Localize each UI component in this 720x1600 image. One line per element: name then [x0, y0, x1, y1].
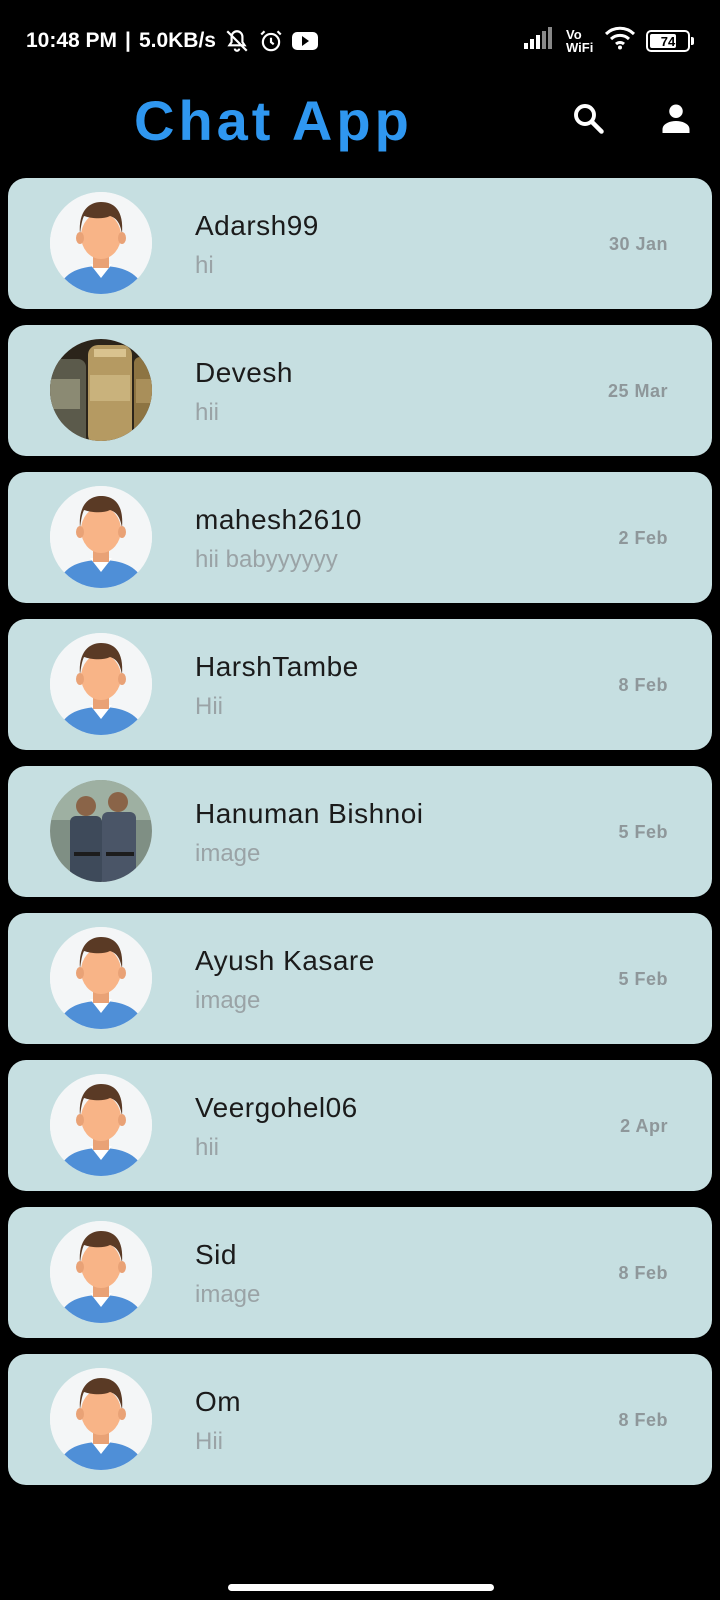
status-bar: 10:48 PM | 5.0KB/s Vo WiFi 74	[0, 0, 720, 84]
message-date: 8 Feb	[618, 1263, 668, 1283]
status-time: 10:48 PM	[26, 29, 118, 52]
chat-item[interactable]: Hanuman Bishnoi image 5 Feb	[8, 766, 712, 897]
search-icon	[570, 100, 606, 141]
signal-icon	[524, 27, 556, 55]
chat-item[interactable]: Adarsh99 hi 30 Jan	[8, 178, 712, 309]
avatar[interactable]	[50, 486, 152, 588]
person-icon	[658, 100, 694, 141]
contact-name: Hanuman Bishnoi	[195, 798, 424, 829]
avatar[interactable]	[50, 192, 152, 294]
search-button[interactable]	[566, 98, 610, 142]
message-date: 25 Mar	[607, 381, 668, 401]
home-indicator[interactable]	[228, 1584, 494, 1591]
last-message: hi	[195, 252, 214, 279]
status-network-speed: 5.0KB/s	[138, 29, 216, 52]
app-title: Chat App	[134, 89, 413, 152]
status-right: Vo WiFi 74	[524, 26, 694, 56]
youtube-icon	[291, 31, 318, 51]
last-message: image	[195, 987, 261, 1014]
message-date: 8 Feb	[618, 675, 668, 695]
last-message: hii	[195, 1134, 220, 1161]
chat-item[interactable]: Sid image 8 Feb	[8, 1207, 712, 1338]
app-bar: Chat App	[0, 84, 720, 172]
status-separator: |	[125, 29, 131, 52]
profile-button[interactable]	[654, 98, 698, 142]
status-left: 10:48 PM | 5.0KB/s	[26, 28, 318, 54]
battery-indicator: 74	[646, 30, 694, 52]
avatar[interactable]	[50, 1074, 152, 1176]
contact-name: Om	[195, 1386, 242, 1417]
last-message: Hii	[195, 693, 223, 720]
contact-name: mahesh2610	[195, 504, 362, 535]
avatar[interactable]	[50, 1368, 152, 1470]
last-message: image	[195, 840, 261, 867]
chat-list: Adarsh99 hi 30 Jan Devesh hii 25 Mar mahesh261…	[8, 178, 712, 1501]
avatar[interactable]	[50, 1221, 152, 1323]
avatar[interactable]	[50, 633, 152, 735]
last-message: image	[195, 1281, 261, 1308]
chat-item[interactable]: Veergohel06 hii 2 Apr	[8, 1060, 712, 1191]
last-message: hii babyyyyyy	[195, 546, 338, 573]
last-message: Hii	[195, 1428, 223, 1455]
contact-name: Devesh	[195, 357, 293, 388]
contact-name: Veergohel06	[195, 1092, 358, 1123]
chat-item[interactable]: Devesh hii 25 Mar	[8, 325, 712, 456]
battery-level: 74	[660, 33, 676, 49]
contact-name: Ayush Kasare	[195, 945, 375, 976]
contact-name: HarshTambe	[195, 651, 359, 682]
chat-item[interactable]: HarshTambe Hii 8 Feb	[8, 619, 712, 750]
avatar[interactable]	[50, 339, 152, 441]
chat-item[interactable]: mahesh2610 hii babyyyyyy 2 Feb	[8, 472, 712, 603]
chat-item[interactable]: Ayush Kasare image 5 Feb	[8, 913, 712, 1044]
vowifi-line2: WiFi	[566, 40, 594, 55]
chat-list-screen: 10:48 PM | 5.0KB/s Vo WiFi 74 Chat App A…	[0, 0, 720, 1600]
vowifi-indicator: Vo WiFi	[566, 28, 594, 54]
message-date: 2 Feb	[618, 528, 668, 548]
last-message: hii	[195, 399, 220, 426]
message-date: 5 Feb	[618, 969, 668, 989]
message-date: 30 Jan	[608, 234, 668, 254]
alarm-icon	[258, 28, 284, 54]
avatar[interactable]	[50, 780, 152, 882]
message-date: 8 Feb	[618, 1410, 668, 1430]
wifi-icon	[604, 26, 636, 56]
mute-bell-icon	[224, 28, 250, 54]
contact-name: Adarsh99	[195, 210, 319, 241]
message-date: 2 Apr	[620, 1116, 668, 1136]
avatar[interactable]	[50, 927, 152, 1029]
contact-name: Sid	[195, 1239, 237, 1270]
message-date: 5 Feb	[618, 822, 668, 842]
chat-item[interactable]: Om Hii 8 Feb	[8, 1354, 712, 1485]
